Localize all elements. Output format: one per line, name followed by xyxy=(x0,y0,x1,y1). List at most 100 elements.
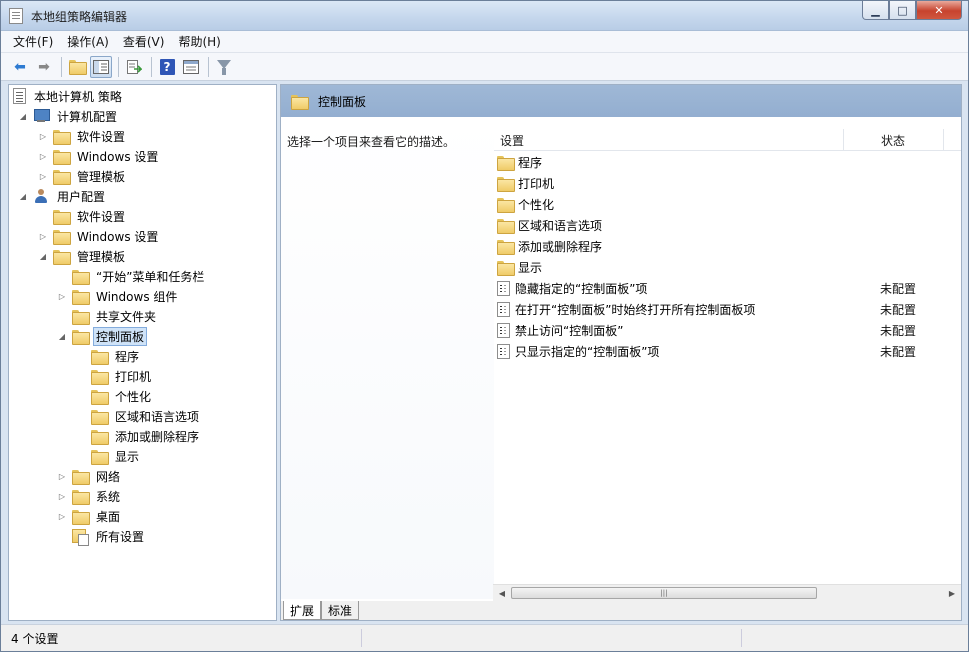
tree-item-control-panel[interactable]: ◢ 控制面板 xyxy=(56,326,148,346)
expand-arrow-icon[interactable]: ▷ xyxy=(56,490,68,502)
tree-item-label: “开始”菜单和任务栏 xyxy=(96,269,205,284)
list-item-label: 打印机 xyxy=(518,177,555,191)
tree-pane[interactable]: 本地计算机 策略 ◢ 计算机配置 ▷ 软件设置 ▷ Windows 设置 ▷ 管… xyxy=(8,84,277,621)
folder-icon xyxy=(72,489,90,505)
maximize-button[interactable]: □ xyxy=(889,1,916,20)
setting-state: 未配置 xyxy=(880,282,917,296)
scroll-right-icon[interactable]: ▶ xyxy=(945,587,959,599)
list-item-setting[interactable]: 只显示指定的“控制面板”项 未配置 xyxy=(497,341,959,362)
export-list-button[interactable] xyxy=(123,56,145,78)
list-item-setting[interactable]: 在打开“控制面板”时始终打开所有控制面板项 未配置 xyxy=(497,299,959,320)
tree-item-network[interactable]: ▷ 网络 xyxy=(56,466,123,486)
tree-item-label: 管理模板 xyxy=(77,169,126,184)
folder-icon xyxy=(53,249,71,265)
tab-standard[interactable]: 标准 xyxy=(321,601,360,620)
list-item-setting[interactable]: 隐藏指定的“控制面板”项 未配置 xyxy=(497,278,959,299)
list-item-label: 程序 xyxy=(518,156,543,170)
tree-item-cp-addremove[interactable]: 添加或删除程序 xyxy=(91,426,202,446)
properties-button[interactable] xyxy=(180,56,202,78)
tree-item-cc-windows[interactable]: ▷ Windows 设置 xyxy=(37,146,161,166)
expand-arrow-icon[interactable]: ▷ xyxy=(37,130,49,142)
tree-item-windows-components[interactable]: ▷ Windows 组件 xyxy=(56,286,180,306)
folder-icon xyxy=(497,198,515,213)
folder-icon xyxy=(72,509,90,525)
tree-item-cp-personalization[interactable]: 个性化 xyxy=(91,386,154,406)
minimize-icon: ▁ xyxy=(871,3,880,17)
menu-view[interactable]: 查看(V) xyxy=(123,33,165,50)
tree-item-uc-windows[interactable]: ▷ Windows 设置 xyxy=(37,226,161,246)
folder-icon xyxy=(91,449,109,465)
close-button[interactable]: ✕ xyxy=(916,1,962,20)
maximize-icon: □ xyxy=(897,3,908,17)
scroll-left-icon[interactable]: ◀ xyxy=(495,587,509,599)
tree-item-label: 软件设置 xyxy=(77,129,126,144)
menu-help[interactable]: 帮助(H) xyxy=(178,33,220,50)
tree-item-cc-software[interactable]: ▷ 软件设置 xyxy=(37,126,128,146)
column-header-label: 状态 xyxy=(881,133,906,148)
list-item-label: 个性化 xyxy=(518,198,555,212)
tree-item-system[interactable]: ▷ 系统 xyxy=(56,486,123,506)
policy-setting-icon xyxy=(497,281,510,296)
folder-icon xyxy=(53,129,71,145)
horizontal-scrollbar[interactable]: ◀ ||| ▶ xyxy=(493,584,961,601)
tree-item-label: 软件设置 xyxy=(77,209,126,224)
list-item-folder[interactable]: 程序 xyxy=(497,152,959,173)
column-header-state[interactable]: 状态 xyxy=(844,129,944,151)
tree-item-label: 添加或删除程序 xyxy=(115,429,200,444)
tree-item-computer-config[interactable]: ◢ 计算机配置 xyxy=(17,106,120,126)
tree-item-cp-programs[interactable]: 程序 xyxy=(91,346,142,366)
list-item-folder[interactable]: 区域和语言选项 xyxy=(497,215,959,236)
tree-item-label: 网络 xyxy=(96,469,121,484)
tree-item-cp-region[interactable]: 区域和语言选项 xyxy=(91,406,202,426)
collapse-arrow-icon[interactable]: ◢ xyxy=(37,250,49,262)
list-item-folder[interactable]: 添加或删除程序 xyxy=(497,236,959,257)
folder-icon xyxy=(53,229,71,245)
expand-arrow-icon[interactable]: ▷ xyxy=(56,470,68,482)
list-item-folder[interactable]: 打印机 xyxy=(497,173,959,194)
tree-item-user-config[interactable]: ◢ 用户配置 xyxy=(17,186,108,206)
menu-file[interactable]: 文件(F) xyxy=(13,33,53,50)
tree-item-root[interactable]: 本地计算机 策略 xyxy=(13,86,125,106)
tree-item-cc-admin[interactable]: ▷ 管理模板 xyxy=(37,166,128,186)
expand-arrow-icon[interactable]: ▷ xyxy=(37,170,49,182)
filter-button[interactable] xyxy=(213,56,235,78)
tree-item-cp-display[interactable]: 显示 xyxy=(91,446,142,466)
list-item-setting[interactable]: 禁止访问“控制面板” 未配置 xyxy=(497,320,959,341)
title-bar[interactable]: 本地组策略编辑器 ▁ □ ✕ xyxy=(1,1,968,31)
collapse-arrow-icon[interactable]: ◢ xyxy=(17,110,29,122)
expand-arrow-icon[interactable]: ▷ xyxy=(56,510,68,522)
tab-extended[interactable]: 扩展 xyxy=(283,601,322,620)
main-window: 本地组策略编辑器 ▁ □ ✕ 文件(F) 操作(A) 查看(V) 帮助(H) ⬅… xyxy=(0,0,969,652)
tree-item-all-settings[interactable]: 所有设置 xyxy=(72,526,147,546)
menu-action[interactable]: 操作(A) xyxy=(67,33,109,50)
tree-item-shared-folders[interactable]: 共享文件夹 xyxy=(72,306,159,326)
tree-item-uc-admin[interactable]: ◢ 管理模板 xyxy=(37,246,128,266)
minimize-button[interactable]: ▁ xyxy=(862,1,889,20)
scrollbar-thumb[interactable]: ||| xyxy=(511,587,817,599)
expand-arrow-icon[interactable]: ▷ xyxy=(37,230,49,242)
list-item-folder[interactable]: 个性化 xyxy=(497,194,959,215)
tree-item-start-menu[interactable]: “开始”菜单和任务栏 xyxy=(72,266,207,286)
list-item-folder[interactable]: 显示 xyxy=(497,257,959,278)
collapse-arrow-icon[interactable]: ◢ xyxy=(56,330,68,342)
settings-list[interactable]: 设置 状态 程序 打印机 个性化 区域和语言选项 添加或删除程序 显示 隐藏指定… xyxy=(494,117,961,599)
show-hide-tree-button[interactable] xyxy=(90,55,112,78)
forward-button[interactable]: ➡ xyxy=(33,56,55,78)
tree-item-desktop[interactable]: ▷ 桌面 xyxy=(56,506,123,526)
tree-item-cp-printers[interactable]: 打印机 xyxy=(91,366,154,386)
back-button[interactable]: ⬅ xyxy=(9,56,31,78)
expand-arrow-icon[interactable]: ▷ xyxy=(56,290,68,302)
tree-item-label: 桌面 xyxy=(96,509,121,524)
tree-item-uc-software[interactable]: 软件设置 xyxy=(53,206,128,226)
help-button[interactable]: ? xyxy=(156,56,178,78)
expand-arrow-icon[interactable]: ▷ xyxy=(37,150,49,162)
list-item-label: 添加或删除程序 xyxy=(518,240,603,254)
list-item-label: 显示 xyxy=(518,261,543,275)
list-header: 设置 状态 xyxy=(494,129,961,151)
tree-item-label: 控制面板 xyxy=(93,326,148,346)
up-level-button[interactable] xyxy=(66,56,88,78)
computer-icon xyxy=(33,109,50,123)
column-header-setting[interactable]: 设置 xyxy=(494,129,844,151)
collapse-arrow-icon[interactable]: ◢ xyxy=(17,190,29,202)
tree-item-label: 计算机配置 xyxy=(57,109,118,124)
